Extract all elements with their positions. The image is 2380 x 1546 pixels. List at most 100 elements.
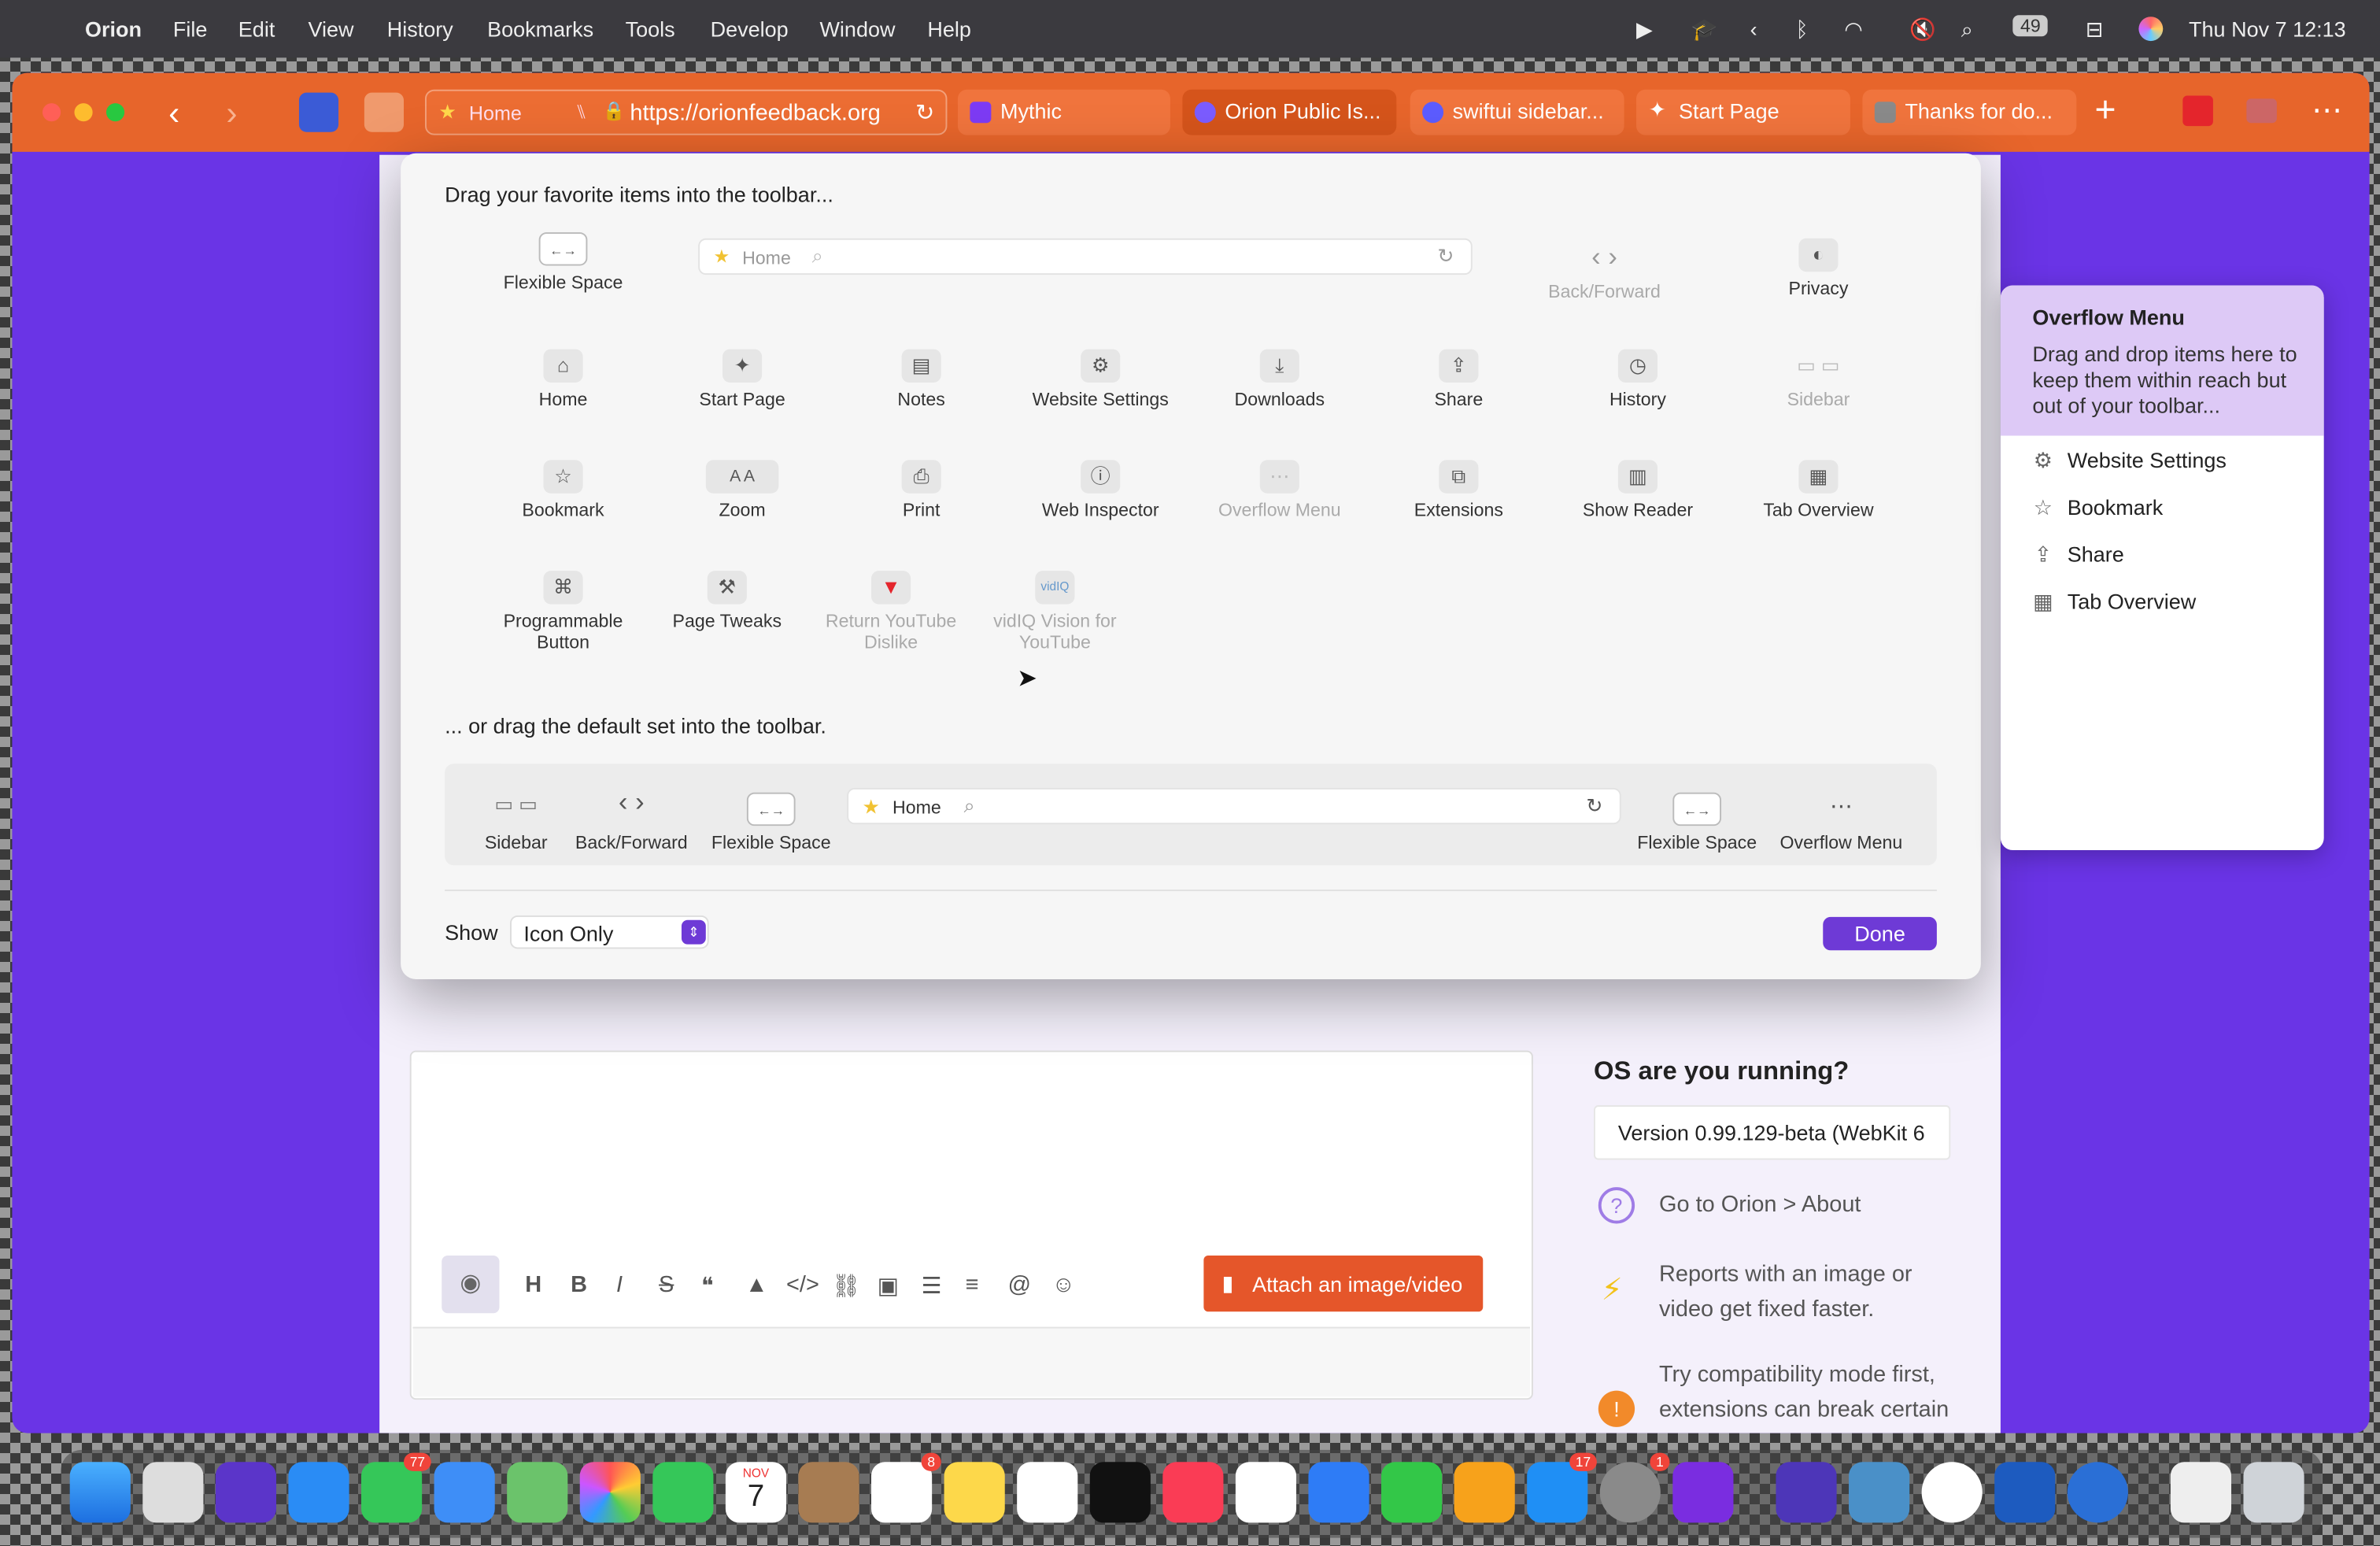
chatgpt-icon[interactable] (1921, 1462, 1983, 1523)
attach-button[interactable]: ▮ Attach an image/video (1203, 1255, 1484, 1312)
pages-icon[interactable] (1454, 1462, 1515, 1523)
orion-app-icon[interactable] (215, 1462, 277, 1523)
mythic-alpha-icon[interactable] (1672, 1462, 1734, 1523)
extension-icon[interactable] (298, 92, 339, 132)
news-icon[interactable] (1235, 1462, 1297, 1523)
wifi-icon[interactable]: ◠ (1844, 17, 1863, 43)
mute-icon[interactable]: 🔇 (1909, 17, 1936, 43)
menu-tools[interactable]: Tools (626, 17, 675, 41)
item-home[interactable]: ⌂ Home (479, 349, 646, 410)
item-downloads[interactable]: ⤓ Downloads (1196, 349, 1363, 410)
item-web-inspector[interactable]: ⓘ Web Inspector (1017, 460, 1184, 521)
clock[interactable]: Thu Nov 7 12:13 (2189, 17, 2346, 41)
menu-app-name[interactable]: Orion (85, 17, 142, 41)
item-privacy[interactable]: ◐ Privacy (1735, 238, 1901, 299)
photos-icon[interactable] (579, 1462, 641, 1523)
mail-icon[interactable] (434, 1462, 495, 1523)
version-field[interactable]: Version 0.99.129-beta (WebKit 6 (1594, 1105, 1951, 1160)
item-flexible-space[interactable]: ←→ Flexible Space (479, 232, 646, 293)
tab-orion-public[interactable]: Orion Public Is... (1182, 89, 1397, 135)
facetime-icon[interactable] (652, 1462, 714, 1523)
trash-icon[interactable] (2243, 1462, 2304, 1523)
item-start-page[interactable]: ✦ Start Page (659, 349, 826, 410)
app-store-icon[interactable]: 17 (1527, 1452, 1597, 1523)
overflow-item-share[interactable]: ⇪ Share (2031, 542, 2124, 568)
overflow-item-website-settings[interactable]: ⚙ Website Settings (2031, 448, 2227, 474)
item-zoom[interactable]: A A Zoom (659, 460, 826, 521)
safari-icon[interactable] (288, 1462, 349, 1523)
menu-develop[interactable]: Develop (711, 17, 789, 41)
reload-icon[interactable]: ↻ (915, 98, 934, 126)
emoji-icon[interactable]: ☺ (1052, 1272, 1076, 1298)
finder-icon[interactable] (69, 1462, 131, 1523)
item-bookmark[interactable]: ☆ Bookmark (479, 460, 646, 521)
heading-icon[interactable]: H (525, 1272, 541, 1298)
apple-tv-icon[interactable] (1089, 1462, 1151, 1523)
tab-thanks[interactable]: Thanks for do... (1862, 89, 2077, 135)
overflow-item-bookmark[interactable]: ☆ Bookmark (2031, 495, 2164, 521)
overflow-item-tab-overview[interactable]: ▦ Tab Overview (2031, 589, 2196, 615)
done-button[interactable]: Done (1823, 916, 1937, 951)
item-back-forward[interactable]: ‹ › Back/Forward (1521, 242, 1687, 302)
menu-window[interactable]: Window (819, 17, 895, 41)
extension-icon-2[interactable] (364, 92, 405, 132)
battery-indicator[interactable]: 49 (2012, 15, 2049, 37)
menu-view[interactable]: View (309, 17, 354, 41)
tab-start-page[interactable]: ✦ Start Page (1636, 89, 1850, 135)
numbered-list-icon[interactable]: ≡ (966, 1272, 979, 1298)
orion-rc-icon[interactable] (1776, 1462, 1837, 1523)
notes-app-icon[interactable] (944, 1462, 1005, 1523)
new-tab-icon[interactable]: + (2094, 90, 2116, 132)
preview-eye-icon[interactable]: ◉ (442, 1255, 500, 1314)
messages-icon[interactable]: 77 (361, 1452, 431, 1523)
system-settings-icon[interactable]: 1 (1599, 1452, 1670, 1523)
item-share[interactable]: ⇪ Share (1375, 349, 1542, 410)
item-vidiq[interactable]: vidIQ vidIQ Vision for YouTube (971, 571, 1138, 653)
minimize-button[interactable] (74, 103, 93, 122)
keynote-icon[interactable] (1308, 1462, 1369, 1523)
youtube-dislike-icon[interactable] (2182, 95, 2213, 127)
zoom-button[interactable] (106, 103, 125, 122)
menu-help[interactable]: Help (927, 17, 971, 41)
menu-file[interactable]: File (173, 17, 208, 41)
quote-icon[interactable]: ❝ (701, 1272, 714, 1300)
launchpad-icon[interactable] (142, 1462, 204, 1523)
reminders-icon[interactable]: 8 (871, 1452, 941, 1523)
contacts-icon[interactable] (798, 1462, 859, 1523)
quicktime-icon[interactable] (2067, 1462, 2128, 1523)
item-website-settings[interactable]: ⚙ Website Settings (1017, 349, 1184, 410)
address-bar[interactable]: ★ Home ⑊ 🔒 https://orionfeedback.org ↻ (425, 89, 948, 135)
overflow-menu-panel[interactable]: Overflow Menu Drag and drop items here t… (2000, 285, 2324, 851)
item-show-reader[interactable]: ▥ Show Reader (1554, 460, 1721, 521)
bold-icon[interactable]: B (571, 1272, 587, 1298)
tab-swiftui[interactable]: swiftui sidebar... (1410, 89, 1624, 135)
mention-icon[interactable]: @ (1008, 1272, 1031, 1298)
item-print[interactable]: ⎙ Print (838, 460, 1005, 521)
freeform-icon[interactable] (1017, 1462, 1078, 1523)
item-programmable-button[interactable]: ⌘ Programmable Button (479, 571, 646, 653)
menu-edit[interactable]: Edit (238, 17, 275, 41)
link-icon[interactable]: ⛓ (832, 1272, 861, 1300)
item-return-youtube-dislike[interactable]: ▼ Return YouTube Dislike (808, 571, 974, 653)
calendar-icon[interactable]: NOV 7 (725, 1462, 787, 1523)
bluetooth-icon[interactable]: ᛒ (1796, 17, 1809, 41)
default-set-bar[interactable]: ▭ ▭ Sidebar ‹ › Back/Forward ←→ Flexible Sp… (445, 764, 1937, 866)
vidiq-icon[interactable] (2246, 98, 2277, 124)
item-address-bar[interactable]: ★ Home ⌕ ↻ (698, 238, 1473, 276)
item-extensions[interactable]: ⧉ Extensions (1375, 460, 1542, 521)
numbers-icon[interactable] (1381, 1462, 1443, 1523)
item-page-tweaks[interactable]: ⚒ Page Tweaks (644, 571, 811, 631)
spoiler-icon[interactable]: ▲ (745, 1272, 768, 1298)
archive-icon[interactable] (1849, 1462, 1910, 1523)
word-icon[interactable] (1994, 1462, 2056, 1523)
menu-bookmarks[interactable]: Bookmarks (487, 17, 593, 41)
overflow-menu-icon[interactable]: ⋯ (2312, 91, 2342, 129)
italic-icon[interactable]: I (616, 1272, 623, 1298)
url-text[interactable]: https://orionfeedback.org (630, 100, 880, 126)
chevron-left-icon[interactable]: ‹ (1750, 17, 1757, 41)
home-chip[interactable]: Home (469, 102, 522, 124)
image-icon[interactable]: ▣ (878, 1272, 899, 1300)
menu-history[interactable]: History (387, 17, 453, 41)
item-sidebar[interactable]: ▭ ▭ Sidebar (1735, 350, 1901, 409)
close-button[interactable] (42, 103, 61, 122)
